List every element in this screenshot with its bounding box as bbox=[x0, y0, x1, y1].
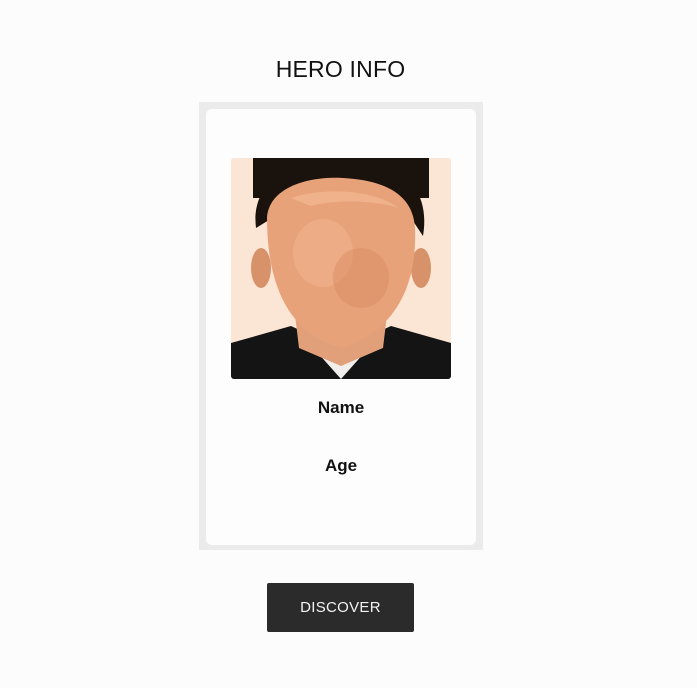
discover-button[interactable]: DISCOVER bbox=[267, 583, 414, 632]
hero-info-page: HERO INFO Name Age DISCOVER bbox=[0, 0, 697, 688]
hero-portrait-image bbox=[231, 158, 451, 379]
hero-age-label: Age bbox=[324, 456, 358, 475]
hero-name-label: Name bbox=[317, 398, 365, 417]
page-title: HERO INFO bbox=[275, 56, 406, 82]
portrait-photo-icon bbox=[231, 158, 451, 379]
